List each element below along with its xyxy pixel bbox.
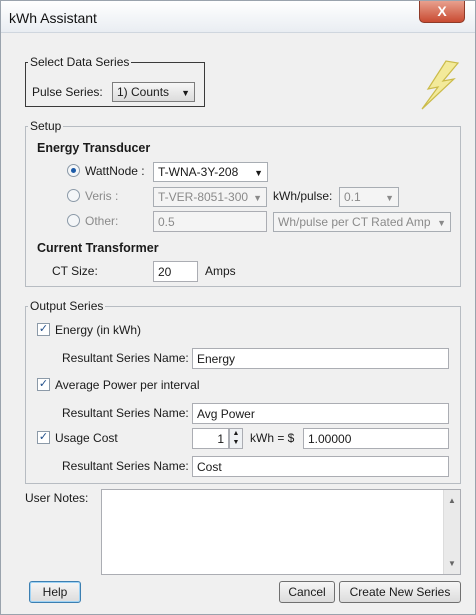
notes-scrollbar[interactable]: ▲ ▼: [443, 490, 460, 574]
cancel-button[interactable]: Cancel: [279, 581, 335, 603]
select-series-legend: Select Data Series: [30, 55, 130, 69]
ct-unit-label: Amps: [205, 264, 236, 278]
veris-label: Veris :: [85, 189, 119, 203]
chevron-down-icon: ▼: [254, 168, 263, 178]
chevron-down-icon: ▼: [437, 218, 446, 228]
usage-cost-checkbox-label: Usage Cost: [55, 431, 118, 445]
kwh-pulse-dropdown[interactable]: 0.1 ▼: [339, 187, 399, 207]
wattnode-dropdown[interactable]: T-WNA-3Y-208 ▼: [153, 162, 268, 182]
chevron-down-icon: ▼: [253, 193, 262, 203]
kwh-pulse-label: kWh/pulse:: [273, 189, 333, 203]
veris-radio[interactable]: [67, 189, 80, 202]
wattnode-label: WattNode :: [85, 164, 145, 178]
window-title: kWh Assistant: [9, 10, 97, 26]
cost-name-label: Resultant Series Name:: [62, 459, 189, 473]
help-button[interactable]: Help: [29, 581, 81, 603]
veris-dropdown[interactable]: T-VER-8051-300 ▼: [153, 187, 267, 207]
other-value-field[interactable]: 0.5: [153, 211, 267, 232]
kwh-pulse-value: 0.1: [344, 190, 361, 204]
user-notes-label: User Notes:: [25, 491, 89, 505]
veris-value: T-VER-8051-300: [158, 190, 249, 204]
kwh-equals-label: kWh = $: [250, 431, 295, 445]
close-button[interactable]: X: [419, 1, 465, 23]
cost-name-field[interactable]: Cost: [192, 456, 449, 477]
avg-power-name-field[interactable]: Avg Power: [192, 403, 449, 424]
energy-checkbox[interactable]: ✓: [37, 323, 50, 336]
pulse-series-dropdown[interactable]: 1) Counts ▼: [112, 82, 195, 102]
scroll-up-icon[interactable]: ▲: [444, 496, 460, 505]
spin-up-icon[interactable]: ▲: [230, 429, 242, 438]
wattnode-radio[interactable]: [67, 164, 80, 177]
ct-size-field[interactable]: 20: [153, 261, 198, 282]
pulse-series-label: Pulse Series:: [32, 85, 103, 99]
scroll-down-icon[interactable]: ▼: [444, 559, 460, 568]
spin-down-icon[interactable]: ▼: [230, 438, 242, 447]
other-radio[interactable]: [67, 214, 80, 227]
lightning-bolt-icon: [421, 60, 460, 110]
output-series-legend: Output Series: [30, 299, 104, 313]
ct-size-label: CT Size:: [52, 264, 98, 278]
other-unit-value: Wh/pulse per CT Rated Amp: [278, 215, 431, 229]
usage-cost-checkbox[interactable]: ✓: [37, 431, 50, 444]
other-unit-dropdown[interactable]: Wh/pulse per CT Rated Amp ▼: [273, 212, 451, 232]
usage-cost-qty-stepper[interactable]: ▲ ▼: [229, 428, 243, 449]
usage-cost-rate-field[interactable]: 1.00000: [303, 428, 449, 449]
energy-name-field[interactable]: Energy: [192, 348, 449, 369]
create-new-series-button[interactable]: Create New Series: [339, 581, 461, 603]
current-transformer-heading: Current Transformer: [37, 241, 159, 255]
other-label: Other:: [85, 214, 119, 228]
pulse-series-value: 1) Counts: [117, 85, 170, 99]
avg-power-checkbox-label: Average Power per interval: [55, 378, 200, 392]
avg-power-checkbox[interactable]: ✓: [37, 378, 50, 391]
energy-checkbox-label: Energy (in kWh): [55, 323, 142, 337]
usage-cost-qty-field[interactable]: 1: [192, 428, 229, 449]
kwh-assistant-window: kWh Assistant X Select Data Series Pulse…: [0, 0, 476, 615]
user-notes-textarea[interactable]: ▲ ▼: [101, 489, 461, 575]
setup-legend: Setup: [30, 119, 62, 133]
chevron-down-icon: ▼: [181, 88, 190, 98]
energy-name-label: Resultant Series Name:: [62, 351, 189, 365]
title-bar: kWh Assistant X: [1, 1, 475, 33]
wattnode-value: T-WNA-3Y-208: [158, 165, 239, 179]
energy-transducer-heading: Energy Transducer: [37, 141, 151, 155]
chevron-down-icon: ▼: [385, 193, 394, 203]
avg-power-name-label: Resultant Series Name:: [62, 406, 189, 420]
